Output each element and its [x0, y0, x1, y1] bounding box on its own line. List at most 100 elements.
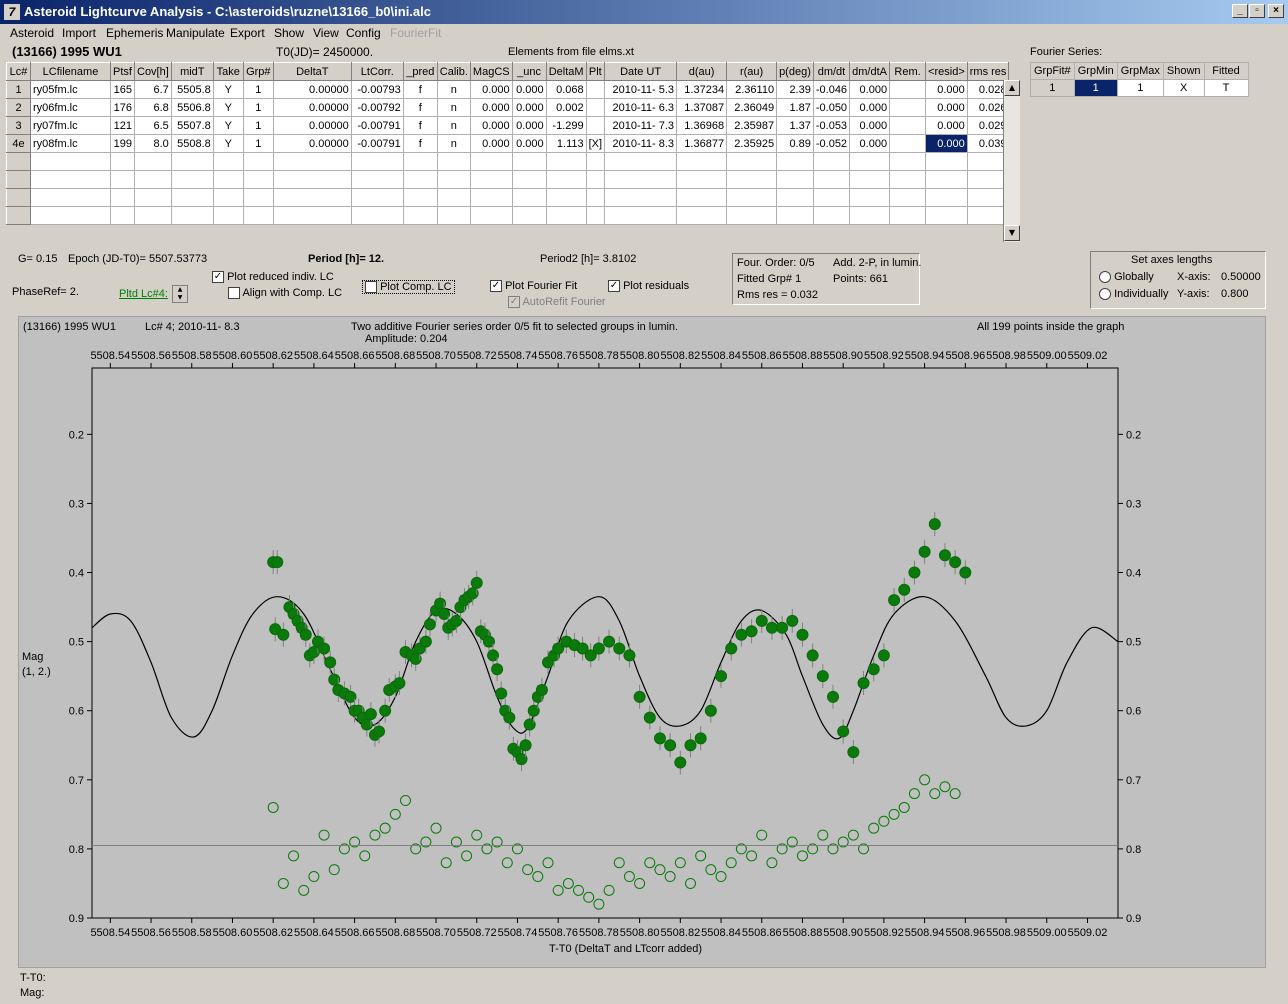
table-cell[interactable]	[402, 170, 438, 189]
table-cell[interactable]: 2.35987	[726, 116, 778, 135]
spinner-down-icon[interactable]: ▼	[173, 294, 187, 302]
table-cell[interactable]	[436, 188, 471, 207]
table-cell[interactable]	[212, 152, 244, 171]
table-cell[interactable]	[776, 188, 814, 207]
table-cell[interactable]	[812, 170, 851, 189]
table-cell[interactable]	[212, 206, 244, 225]
table-cell[interactable]	[272, 188, 352, 207]
table-cell[interactable]: n	[436, 116, 471, 135]
align-option[interactable]: Align with Comp. LC	[228, 287, 342, 300]
table-cell[interactable]	[889, 170, 927, 189]
menu-config[interactable]: Config	[346, 26, 381, 40]
table-cell[interactable]: 1.37234	[676, 80, 728, 99]
col-header[interactable]: Calib.	[436, 62, 471, 81]
table-cell[interactable]: ry07fm.lc	[30, 116, 111, 135]
col-header[interactable]: Date UT	[604, 62, 678, 81]
table-cell[interactable]	[30, 152, 111, 171]
col-header[interactable]: dm/dtA	[849, 62, 891, 81]
table-cell[interactable]	[402, 152, 438, 171]
table-cell[interactable]: f	[402, 80, 438, 99]
table-cell[interactable]: 176	[110, 98, 135, 117]
table-cell[interactable]: -0.052	[812, 134, 851, 153]
table-cell[interactable]: 0.000	[925, 80, 968, 99]
col-header[interactable]: Rem.	[889, 62, 927, 81]
table-cell[interactable]	[604, 170, 678, 189]
table-cell[interactable]	[511, 206, 547, 225]
table-cell[interactable]: 2.36110	[726, 80, 778, 99]
table-cell[interactable]: 0.000	[849, 134, 891, 153]
table-cell[interactable]	[242, 188, 274, 207]
table-cell[interactable]	[925, 188, 968, 207]
lightcurve-chart[interactable]: 5508.545508.545508.565508.565508.585508.…	[19, 317, 1265, 967]
table-cell[interactable]: -0.00792	[350, 98, 404, 117]
table-cell[interactable]: 0.000	[469, 134, 513, 153]
table-cell[interactable]: 0.00000	[272, 80, 352, 99]
pltd-spinner[interactable]: ▲ ▼	[172, 285, 188, 303]
table-cell[interactable]: 121	[110, 116, 135, 135]
table-cell[interactable]	[585, 206, 606, 225]
table-cell[interactable]: 6.8	[134, 98, 172, 117]
table-cell[interactable]	[889, 80, 927, 99]
menu-export[interactable]: Export	[230, 26, 265, 40]
table-cell[interactable]: 165	[110, 80, 135, 99]
table-cell[interactable]: -0.00793	[350, 80, 404, 99]
table-cell[interactable]	[849, 188, 891, 207]
menu-show[interactable]: Show	[274, 26, 304, 40]
col-header[interactable]: DeltaM	[545, 62, 587, 81]
table-cell[interactable]: 2010-11- 7.3	[604, 116, 678, 135]
table-cell[interactable]	[402, 188, 438, 207]
table-row[interactable]: 2 ry06fm.lc 176 6.8 5506.8 Y 1 0.00000 -0.00792 f…	[6, 98, 1010, 117]
col-header[interactable]: LCfilename	[30, 62, 111, 81]
col-header[interactable]: Take	[212, 62, 244, 81]
table-cell[interactable]	[469, 188, 513, 207]
individually-radio[interactable]	[1099, 288, 1111, 301]
table-cell[interactable]	[849, 170, 891, 189]
table-cell[interactable]	[110, 152, 135, 171]
table-cell[interactable]: 0.000	[469, 98, 513, 117]
table-cell[interactable]: 0.000	[469, 80, 513, 99]
table-cell[interactable]	[110, 206, 135, 225]
table-cell[interactable]	[134, 188, 172, 207]
table-cell[interactable]	[604, 188, 678, 207]
table-cell[interactable]	[925, 152, 968, 171]
table-cell[interactable]	[212, 188, 244, 207]
table-cell[interactable]	[676, 206, 728, 225]
table-cell[interactable]	[30, 170, 111, 189]
table-cell[interactable]: 0.002	[545, 98, 587, 117]
menu-import[interactable]: Import	[62, 26, 96, 40]
empty-table-row[interactable]	[6, 188, 1010, 207]
table-cell[interactable]	[889, 206, 927, 225]
row-header-cell[interactable]: 1	[6, 80, 31, 99]
menu-manipulate[interactable]: Manipulate	[166, 26, 225, 40]
table-cell[interactable]	[776, 206, 814, 225]
col-header[interactable]: Ptsf	[110, 62, 135, 81]
xaxis-value[interactable]: 0.50000	[1221, 271, 1261, 283]
col-header[interactable]: Plt	[585, 62, 606, 81]
table-cell[interactable]	[511, 170, 547, 189]
table-cell[interactable]: f	[402, 134, 438, 153]
fourier-cell-fitted[interactable]: T	[1203, 79, 1249, 97]
table-cell[interactable]	[849, 152, 891, 171]
col-header[interactable]: midT	[170, 62, 214, 81]
autorefit-option[interactable]: ✓ AutoRefit Fourier	[508, 296, 606, 309]
autorefit-checkbox[interactable]: ✓	[508, 296, 520, 309]
table-cell[interactable]: f	[402, 98, 438, 117]
row-header-cell[interactable]	[6, 188, 31, 207]
table-cell[interactable]	[812, 206, 851, 225]
scroll-down-icon[interactable]: ▼	[1004, 225, 1020, 241]
table-cell[interactable]	[30, 188, 111, 207]
table-cell[interactable]	[812, 152, 851, 171]
table-cell[interactable]	[889, 134, 927, 153]
table-cell[interactable]	[585, 116, 606, 135]
menu-asteroid[interactable]: Asteroid	[10, 26, 54, 40]
table-row[interactable]: 1 ry05fm.lc 165 6.7 5505.8 Y 1 0.00000 -0.00793 f…	[6, 80, 1010, 99]
table-cell[interactable]: 0.000	[511, 98, 547, 117]
table-cell[interactable]	[889, 98, 927, 117]
table-cell[interactable]	[545, 206, 587, 225]
table-cell[interactable]: 2010-11- 6.3	[604, 98, 678, 117]
col-header[interactable]: Cov[h]	[134, 62, 172, 81]
spinner-up-icon[interactable]: ▲	[173, 286, 187, 294]
table-cell[interactable]	[272, 206, 352, 225]
col-header[interactable]: rms res	[966, 62, 1010, 81]
globally-radio[interactable]	[1099, 271, 1111, 284]
